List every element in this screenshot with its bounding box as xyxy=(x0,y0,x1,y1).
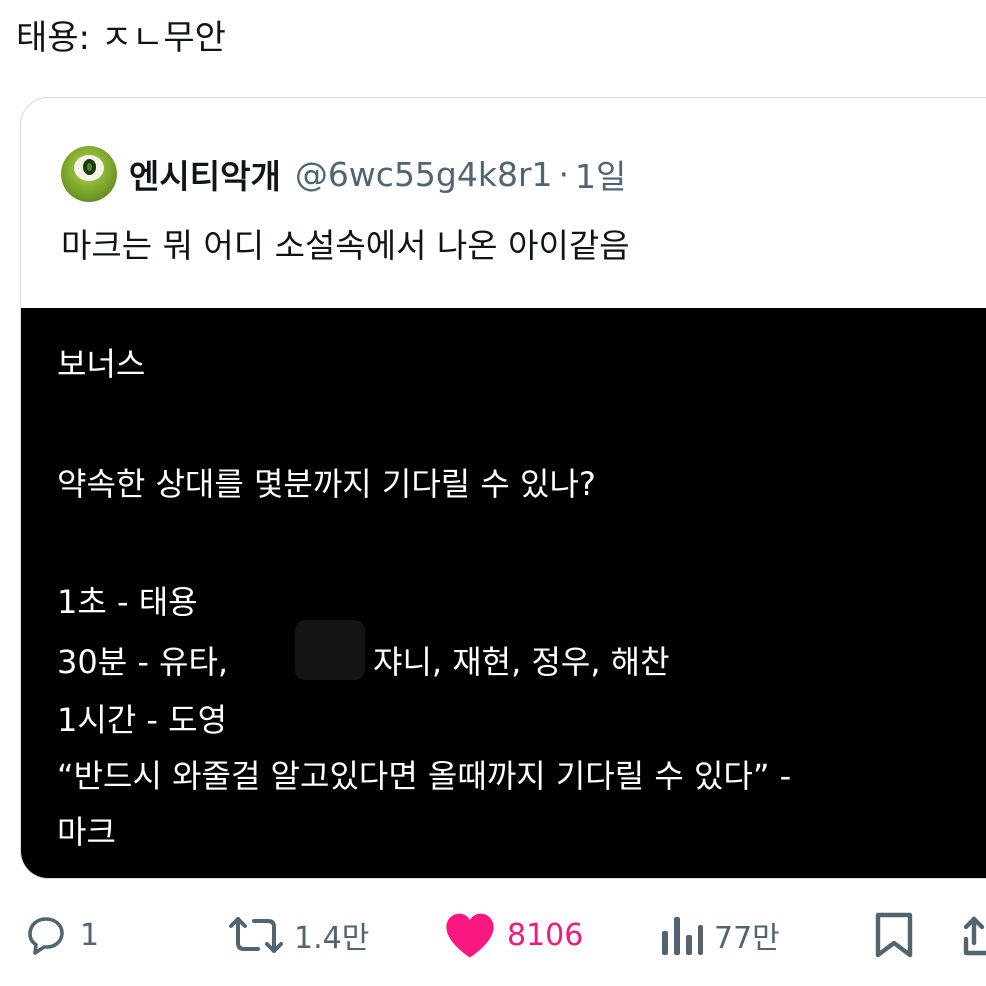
display-name[interactable]: 엔시티악개 xyxy=(129,150,281,198)
media-text-line: 마크 xyxy=(57,813,116,851)
separator-dot: · xyxy=(558,154,570,194)
reply-icon xyxy=(28,917,64,955)
user-handle[interactable]: @6wc55g4k8r1 xyxy=(295,155,553,194)
media-text-line: “반드시 와줄걸 알고있다면 올때까지 기다릴 수 있다” - xyxy=(57,757,792,795)
heart-icon xyxy=(446,913,494,958)
quoted-tweet-card[interactable]: 엔시티악개 @6wc55g4k8r1 · 1일 마크는 뭐 어디 소설속에서 나… xyxy=(20,97,986,879)
bookmark-button[interactable] xyxy=(872,895,916,975)
media-text-line: 약속한 상대를 몇분까지 기다릴 수 있나? xyxy=(57,465,596,503)
reply-text: 태용: ㅈㄴ무안 xyxy=(16,18,226,58)
retweet-button[interactable]: 1.4만 xyxy=(228,895,369,975)
media-text-line: 30분 - 유타, xyxy=(57,643,229,681)
views-icon xyxy=(662,917,703,955)
quoted-tweet-header: 엔시티악개 @6wc55g4k8r1 · 1일 xyxy=(61,144,626,204)
share-button[interactable] xyxy=(962,895,986,975)
avatar-pupil xyxy=(83,159,96,175)
like-button[interactable]: 8106 xyxy=(443,895,583,975)
tweet-media-image[interactable]: 보너스 약속한 상대를 몇분까지 기다릴 수 있나? 1초 - 태용 30분 -… xyxy=(21,308,986,878)
media-text-line: 1시간 - 도영 xyxy=(57,701,228,739)
share-icon xyxy=(963,916,986,956)
media-text-line: 1초 - 태용 xyxy=(57,583,198,621)
bookmark-icon xyxy=(875,912,913,958)
retweet-icon xyxy=(229,917,283,953)
quoted-tweet-text: 마크는 뭐 어디 소설속에서 나온 아이같음 xyxy=(61,226,630,265)
views-button[interactable]: 77만 xyxy=(660,895,780,975)
views-count: 77만 xyxy=(714,921,780,956)
reply-button[interactable]: 1 xyxy=(22,895,99,975)
blurred-region xyxy=(295,620,365,680)
timestamp[interactable]: 1일 xyxy=(575,150,626,198)
media-text-line: 쟈니, 재현, 정우, 해찬 xyxy=(373,643,670,681)
media-text-line: 보너스 xyxy=(57,345,146,383)
tweet-action-bar: 1 1.4만 8106 77만 xyxy=(0,895,986,975)
retweet-count: 1.4만 xyxy=(294,921,370,956)
reply-count: 1 xyxy=(80,917,100,953)
avatar[interactable] xyxy=(61,146,117,202)
like-count: 8106 xyxy=(507,917,584,953)
